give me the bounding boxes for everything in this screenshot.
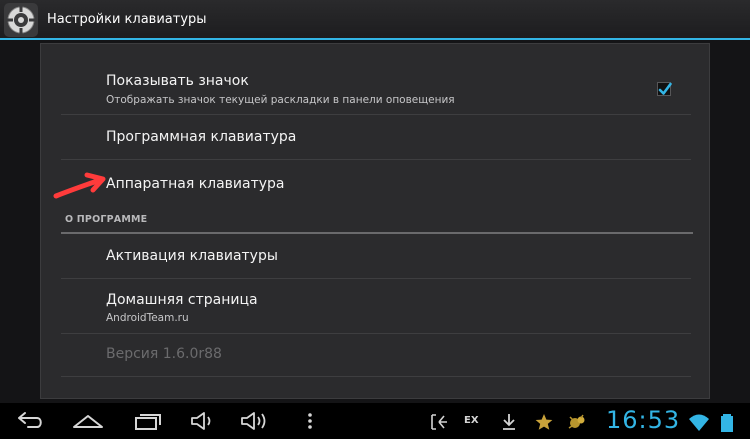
homepage-summary: AndroidTeam.ru	[106, 312, 189, 324]
activation-title: Активация клавиатуры	[106, 248, 278, 264]
homepage-preference[interactable]: Домашняя страница AndroidTeam.ru	[41, 279, 709, 333]
action-bar: Настройки клавиатуры	[0, 0, 750, 40]
preferences-panel: Показывать значок Отображать значок теку…	[40, 43, 710, 399]
volume-up-button[interactable]	[234, 407, 274, 435]
volume-down-icon	[191, 412, 211, 430]
home-icon	[73, 415, 103, 428]
checkmark-icon	[658, 82, 672, 95]
menu-icon	[308, 413, 312, 429]
show-icon-checkbox[interactable]	[657, 82, 672, 96]
home-button[interactable]	[68, 407, 108, 435]
software-keyboard-title: Программная клавиатура	[106, 129, 297, 145]
wifi-icon[interactable]	[688, 411, 710, 433]
status-clock: 16:53	[606, 406, 681, 434]
volume-down-button[interactable]	[182, 407, 222, 435]
back-button[interactable]	[10, 407, 50, 435]
star-icon[interactable]	[533, 411, 555, 433]
back-icon	[18, 412, 42, 428]
about-category-header: О ПРОГРАММЕ	[65, 214, 148, 225]
battery-icon[interactable]	[716, 411, 738, 433]
divider	[61, 376, 691, 377]
app-icon[interactable]	[4, 3, 38, 37]
volume-up-icon	[241, 412, 266, 430]
android-bug-icon[interactable]	[566, 411, 588, 433]
keyboard-layout-icon[interactable]	[428, 411, 450, 433]
activation-preference[interactable]: Активация клавиатуры	[41, 234, 709, 278]
hardware-keyboard-title: Аппаратная клавиатура	[106, 176, 285, 192]
recent-apps-button[interactable]	[128, 407, 168, 435]
show-icon-preference[interactable]: Показывать значок Отображать значок теку…	[41, 44, 709, 114]
ex-indicator: EX	[464, 415, 479, 426]
homepage-title: Домашняя страница	[106, 292, 258, 308]
software-keyboard-preference[interactable]: Программная клавиатура	[41, 115, 709, 159]
red-arrow-icon	[53, 172, 106, 199]
settings-content: Показывать значок Отображать значок теку…	[0, 40, 750, 403]
show-icon-title: Показывать значок	[106, 73, 249, 89]
version-title: Версия 1.6.0r88	[106, 346, 222, 362]
app-title: Настройки клавиатуры	[47, 12, 207, 27]
menu-button[interactable]	[290, 407, 330, 435]
download-icon[interactable]	[498, 411, 520, 433]
version-preference: Версия 1.6.0r88	[41, 334, 709, 376]
system-bar: EX 16:53	[0, 403, 750, 439]
recent-apps-icon	[135, 414, 161, 430]
show-icon-summary: Отображать значок текущей раскладки в па…	[106, 94, 455, 106]
hardware-keyboard-preference[interactable]: Аппаратная клавиатура	[41, 160, 709, 210]
